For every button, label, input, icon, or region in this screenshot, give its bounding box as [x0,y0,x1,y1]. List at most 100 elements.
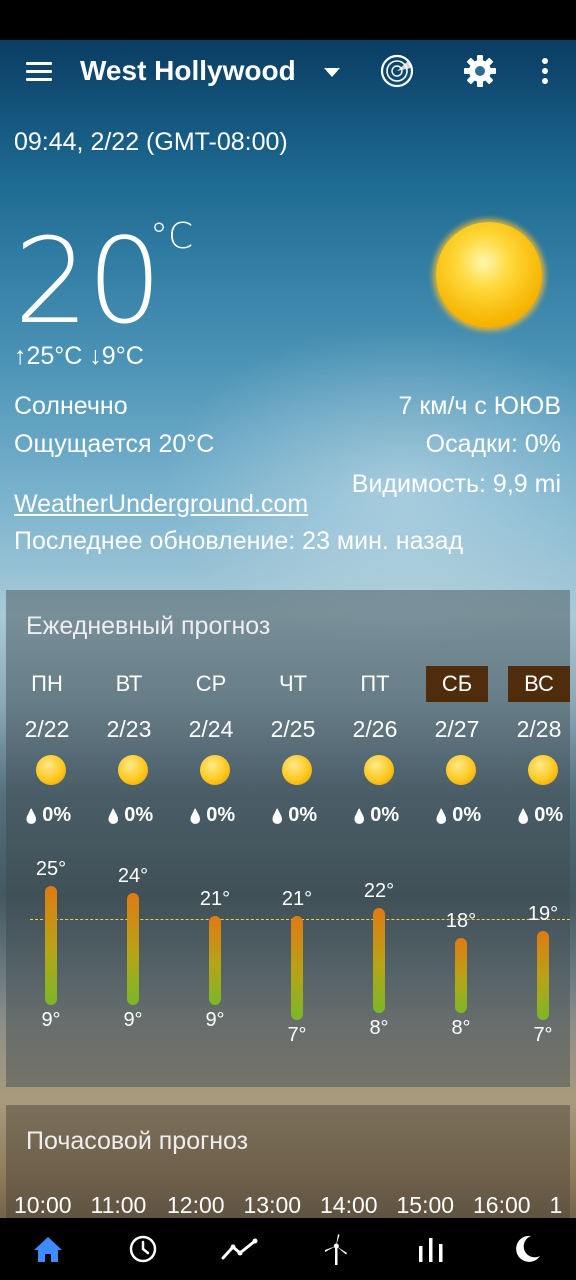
high-temperature: 22° [363,880,395,903]
day-date: 2/23 [106,716,152,742]
precipitation-value: 0% [206,804,236,826]
hour-label[interactable]: 16:00 [473,1192,531,1219]
temperature-range-bar [209,915,221,1006]
temperature-range-bar [537,930,549,1020]
sunny-icon [436,222,542,328]
current-temperature: 20 [14,212,162,350]
condition-text: Солнечно [14,392,128,420]
precipitation-chance: 💧 0% [334,804,416,827]
home-icon[interactable] [28,1232,68,1266]
low-temperature: 9° [205,1009,225,1032]
city-name[interactable]: West Hollywood [80,55,296,87]
source-link[interactable]: WeatherUnderground.com [14,490,308,519]
feels-like: Ощущается 20°C [14,430,215,458]
precipitation-value: 0% [42,804,72,826]
day-column[interactable]: ВТ 2/23 💧 0% 24° 9° [88,590,170,1087]
high-temperature: 21° [199,887,231,910]
low-temperature: 7° [287,1024,307,1046]
sunny-icon [364,755,394,785]
sunny-icon [36,755,66,785]
sunny-icon [446,755,476,785]
sunny-icon [528,755,558,785]
hour-label[interactable]: 14:00 [320,1192,378,1219]
temperature-range-bar [291,915,303,1020]
temperature-unit[interactable]: °C [150,216,193,257]
precipitation-value: 0% [124,804,154,826]
precipitation-value: 0% [288,804,318,826]
day-name: ВТ [115,671,143,696]
high-low-temperature: ↑25°C ↓9°C [14,342,144,370]
hour-label[interactable]: 1 [550,1192,563,1219]
day-date: 2/26 [352,716,398,742]
precipitation-value: 0% [370,804,400,826]
raindrop-icon: 💧 [350,808,369,824]
day-name: ЧТ [278,671,308,696]
clock-icon[interactable] [123,1232,163,1266]
high-temperature: 19° [527,902,559,925]
bottom-navigation [0,1218,576,1280]
hamburger-menu-icon[interactable] [24,60,54,84]
daily-forecast-card[interactable]: Ежедневный прогноз ПН 2/22 💧 0% 25° 9° ВТ 2/23 💧… [6,590,570,1087]
day-column[interactable]: СБ 2/27 💧 0% 18° 8° [416,590,498,1087]
raindrop-icon: 💧 [22,808,41,824]
precipitation-chance: 💧 0% [416,804,498,827]
precipitation-chance: 💧 0% [88,804,170,827]
hour-label[interactable]: 13:00 [244,1192,302,1219]
day-date: 2/24 [188,716,234,742]
high-temperature: 24° [117,865,149,888]
raindrop-icon: 💧 [432,808,451,824]
temperature-range-bar [45,886,57,1006]
raindrop-icon: 💧 [514,808,533,824]
trend-icon[interactable] [219,1232,259,1266]
temperature-range-bar [455,938,467,1013]
bars-icon[interactable] [411,1232,451,1266]
hour-label[interactable]: 10:00 [14,1192,72,1219]
day-column[interactable]: ВС 2/28 💧 0% 19° 7° [498,590,576,1087]
raindrop-icon: 💧 [268,808,287,824]
low-temperature: 8° [451,1016,471,1039]
wind-info: 7 км/ч с ЮЮВ [398,392,561,420]
visibility-info: Видимость: 9,9 mi [351,470,561,498]
low-temperature: 8° [369,1016,389,1039]
precipitation-chance: 💧 0% [6,804,88,827]
high-temperature: 21° [281,887,313,910]
precipitation-value: 0% [534,804,564,826]
last-updated: Последнее обновление: 23 мин. назад [14,527,464,555]
precipitation-value: 0% [452,804,482,826]
hour-label[interactable]: 11:00 [91,1192,147,1219]
day-column[interactable]: СР 2/24 💧 0% 21° 9° [170,590,252,1087]
day-date: 2/27 [434,716,480,742]
sunny-icon [200,755,230,785]
moon-icon[interactable] [507,1232,547,1266]
day-column[interactable]: ПТ 2/26 💧 0% 22° 8° [334,590,416,1087]
more-options-icon[interactable] [536,58,554,86]
day-name: ВС [508,666,570,702]
hourly-forecast-card[interactable]: Почасовой прогноз 10:00 11:00 12:00 13:00 14… [6,1105,570,1220]
temperature-range-bar [127,893,139,1006]
low-temperature: 9° [41,1009,61,1032]
high-temperature: 18° [445,910,477,933]
dropdown-arrow-icon[interactable] [324,68,340,77]
hour-label[interactable]: 12:00 [167,1192,225,1219]
day-name: ПТ [360,671,390,696]
hour-label[interactable]: 15:00 [397,1192,455,1219]
high-temperature: 25° [35,858,67,880]
wind-turbine-icon[interactable] [316,1232,356,1266]
day-date: 2/25 [270,716,316,742]
precipitation-chance: 💧 0% [170,804,252,827]
status-bar [0,0,576,40]
day-column[interactable]: ПН 2/22 💧 0% 25° 9° [6,590,88,1087]
gear-icon[interactable] [463,54,497,88]
local-time: 09:44, 2/22 (GMT-08:00) [14,128,288,156]
weather-screen: West Hollywood 09:44, 2/22 (GMT-08:00) 2… [0,0,576,1280]
radar-icon[interactable] [380,54,414,88]
day-column[interactable]: ЧТ 2/25 💧 0% 21° 7° [252,590,334,1087]
precipitation-chance: 💧 0% [252,804,334,827]
day-name: СБ [426,666,488,702]
raindrop-icon: 💧 [186,808,205,824]
day-date: 2/28 [516,716,562,742]
raindrop-icon: 💧 [104,808,123,824]
precipitation-info: Осадки: 0% [425,430,561,458]
temperature-range-bar [373,908,385,1013]
day-date: 2/22 [24,716,70,742]
